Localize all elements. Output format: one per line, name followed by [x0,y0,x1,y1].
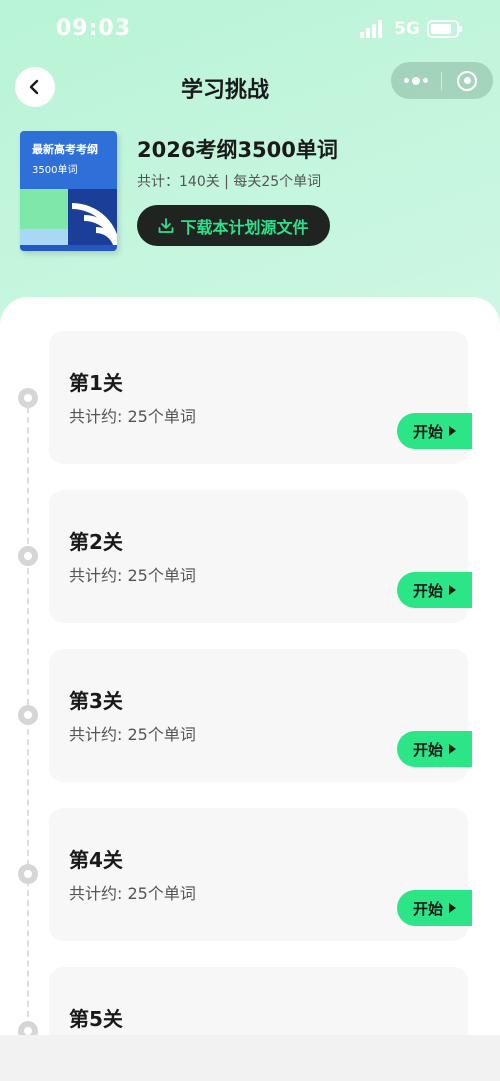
level-name: 第5关 [69,1007,123,1031]
level-name: 第1关 [69,371,123,395]
download-button-label: 下载本计划源文件 [180,217,309,237]
level-list-panel: 第1关 共计约: 25个单词 开始 第2关 共计约: 25个单词 开始 第3关 … [0,297,500,1081]
level-word-count: 共计约: 25个单词 [69,407,196,426]
timeline-dot [18,705,38,725]
book-cover-title: 最新高考考纲 [32,143,98,156]
page-title: 学习挑战 [180,78,269,103]
timeline-dot [18,546,38,566]
start-level-button[interactable]: 开始 [397,731,472,767]
start-button-label: 开始 [412,581,443,600]
timeline-dot [18,388,38,408]
play-icon [449,426,456,436]
book-cover-art [20,189,117,251]
start-button-label: 开始 [412,899,443,918]
network-type: 5G [394,19,420,39]
battery-icon [427,20,462,38]
level-card[interactable]: 第2关 共计约: 25个单词 开始 [49,490,472,623]
level-name: 第2关 [69,530,123,554]
book-title: 2026考纲3500单词 [137,138,338,162]
more-dots-icon[interactable] [391,62,441,99]
start-button-label: 开始 [412,422,443,441]
start-level-button[interactable]: 开始 [397,413,472,449]
play-icon [449,744,456,754]
screen: 09:03 5G 学习挑战 最新高考考纲 3500单词 2026考纲3500单词… [0,0,500,1081]
book-cover: 最新高考考纲 3500单词 [20,131,117,251]
play-icon [449,585,456,595]
start-button-label: 开始 [412,740,443,759]
status-time: 09:03 [56,16,132,41]
level-word-count: 共计约: 25个单词 [69,566,196,585]
level-card[interactable]: 第3关 共计约: 25个单词 开始 [49,649,472,782]
play-icon [449,903,456,913]
download-icon [159,217,174,233]
level-name: 第4关 [69,848,123,872]
level-word-count: 共计约: 25个单词 [69,725,196,744]
book-cover-subtitle: 3500单词 [32,165,78,176]
close-circle-icon[interactable] [442,62,492,99]
level-card[interactable]: 第1关 共计约: 25个单词 开始 [49,331,472,464]
start-level-button[interactable]: 开始 [397,572,472,608]
level-name: 第3关 [69,689,123,713]
status-bar: 09:03 5G [0,0,500,60]
timeline-dot [18,864,38,884]
level-card[interactable]: 第4关 共计约: 25个单词 开始 [49,808,472,941]
download-source-button[interactable]: 下载本计划源文件 [137,205,330,246]
book-stats: 共计：140关 | 每关25个单词 [137,174,322,190]
bottom-bar [0,1035,500,1081]
mini-program-capsule [391,62,493,99]
level-word-count: 共计约: 25个单词 [69,884,196,903]
start-level-button[interactable]: 开始 [397,890,472,926]
signal-icon [360,20,382,38]
